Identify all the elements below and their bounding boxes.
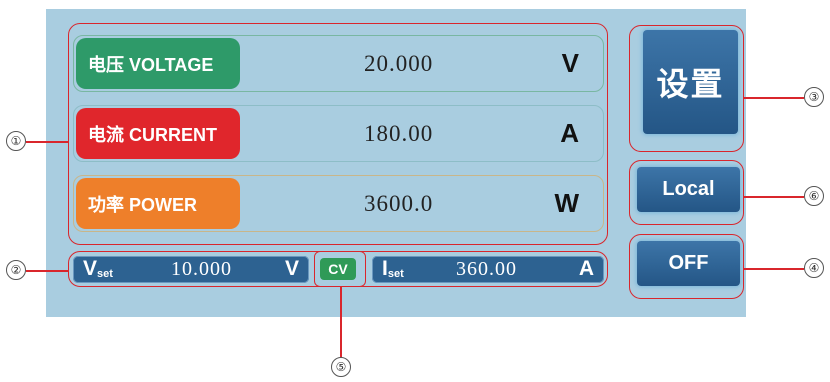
leader-line-4 [744,268,804,270]
annotation-box-5 [314,251,366,287]
leader-line-3 [744,97,804,99]
callout-6: ⑥ [804,186,824,206]
leader-line-1 [26,141,68,143]
leader-line-2 [26,270,68,272]
annotation-box-4 [629,234,744,299]
annotation-box-1 [68,23,608,245]
callout-1: ① [6,131,26,151]
callout-3: ③ [804,87,824,107]
leader-line-5 [340,287,342,357]
leader-line-6 [744,196,804,198]
callout-5: ⑤ [331,357,351,377]
annotation-box-6 [629,160,744,225]
callout-2: ② [6,260,26,280]
annotation-box-3 [629,25,744,152]
callout-4: ④ [804,258,824,278]
